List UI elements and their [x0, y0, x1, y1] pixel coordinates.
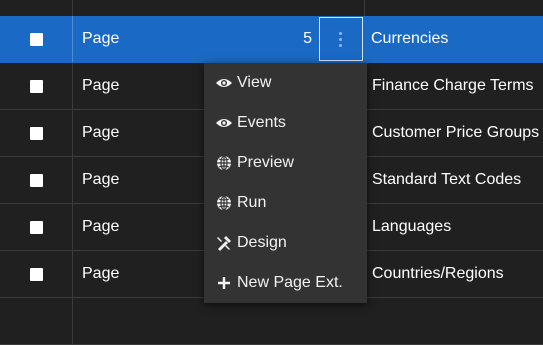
row-checkbox[interactable] [29, 267, 43, 281]
eye-icon [214, 74, 234, 92]
object-name-cell[interactable]: Currencies [364, 16, 543, 62]
menu-item-run[interactable]: Run [204, 183, 367, 223]
object-id-cell: 5 [303, 30, 312, 47]
row-checkbox[interactable] [29, 220, 43, 234]
more-vertical-icon [339, 31, 342, 35]
row-select-cell [0, 110, 73, 156]
row-actions-button[interactable] [318, 17, 363, 61]
plus-icon [214, 274, 234, 292]
row-select-cell [0, 157, 73, 203]
object-name-cell[interactable]: Standard Text Codes [364, 157, 543, 203]
menu-item-label: View [237, 74, 272, 91]
tools-icon [214, 234, 234, 252]
globe-icon [214, 154, 234, 172]
menu-item-new-page-ext[interactable]: New Page Ext. [204, 263, 367, 303]
globe-icon [214, 194, 234, 212]
object-name-cell[interactable]: Finance Charge Terms [364, 63, 543, 109]
row-select-cell [0, 298, 73, 344]
eye-icon [214, 114, 234, 132]
row-select-cell [0, 63, 73, 109]
table-row-partial-bottom [0, 298, 543, 345]
menu-item-label: New Page Ext. [237, 274, 343, 291]
row-checkbox[interactable] [29, 173, 43, 187]
menu-item-label: Events [237, 114, 286, 131]
row-select-cell [0, 204, 73, 250]
more-vertical-icon-dot [339, 43, 342, 47]
row-select-cell [0, 251, 73, 297]
menu-item-view[interactable]: View [204, 63, 367, 103]
object-name-cell[interactable]: Customer Price Groups [364, 110, 543, 156]
menu-item-design[interactable]: Design [204, 223, 367, 263]
row-checkbox[interactable] [29, 32, 43, 46]
menu-item-label: Design [237, 234, 287, 251]
row-select-cell [0, 16, 73, 62]
menu-item-label: Run [237, 194, 267, 211]
menu-item-label: Preview [237, 154, 294, 171]
object-name-cell[interactable]: Countries/Regions [364, 251, 543, 297]
row-checkbox[interactable] [29, 79, 43, 93]
menu-item-preview[interactable]: Preview [204, 143, 367, 183]
more-vertical-icon-dot [339, 37, 342, 41]
table-row-selected[interactable]: Page 5 Currencies [0, 16, 543, 63]
row-context-menu: View Events Preview Run Design New Page … [204, 63, 367, 303]
row-checkbox[interactable] [29, 126, 43, 140]
menu-item-events[interactable]: Events [204, 103, 367, 143]
object-name-cell[interactable]: Languages [364, 204, 543, 250]
row-actions-cell [317, 16, 364, 62]
